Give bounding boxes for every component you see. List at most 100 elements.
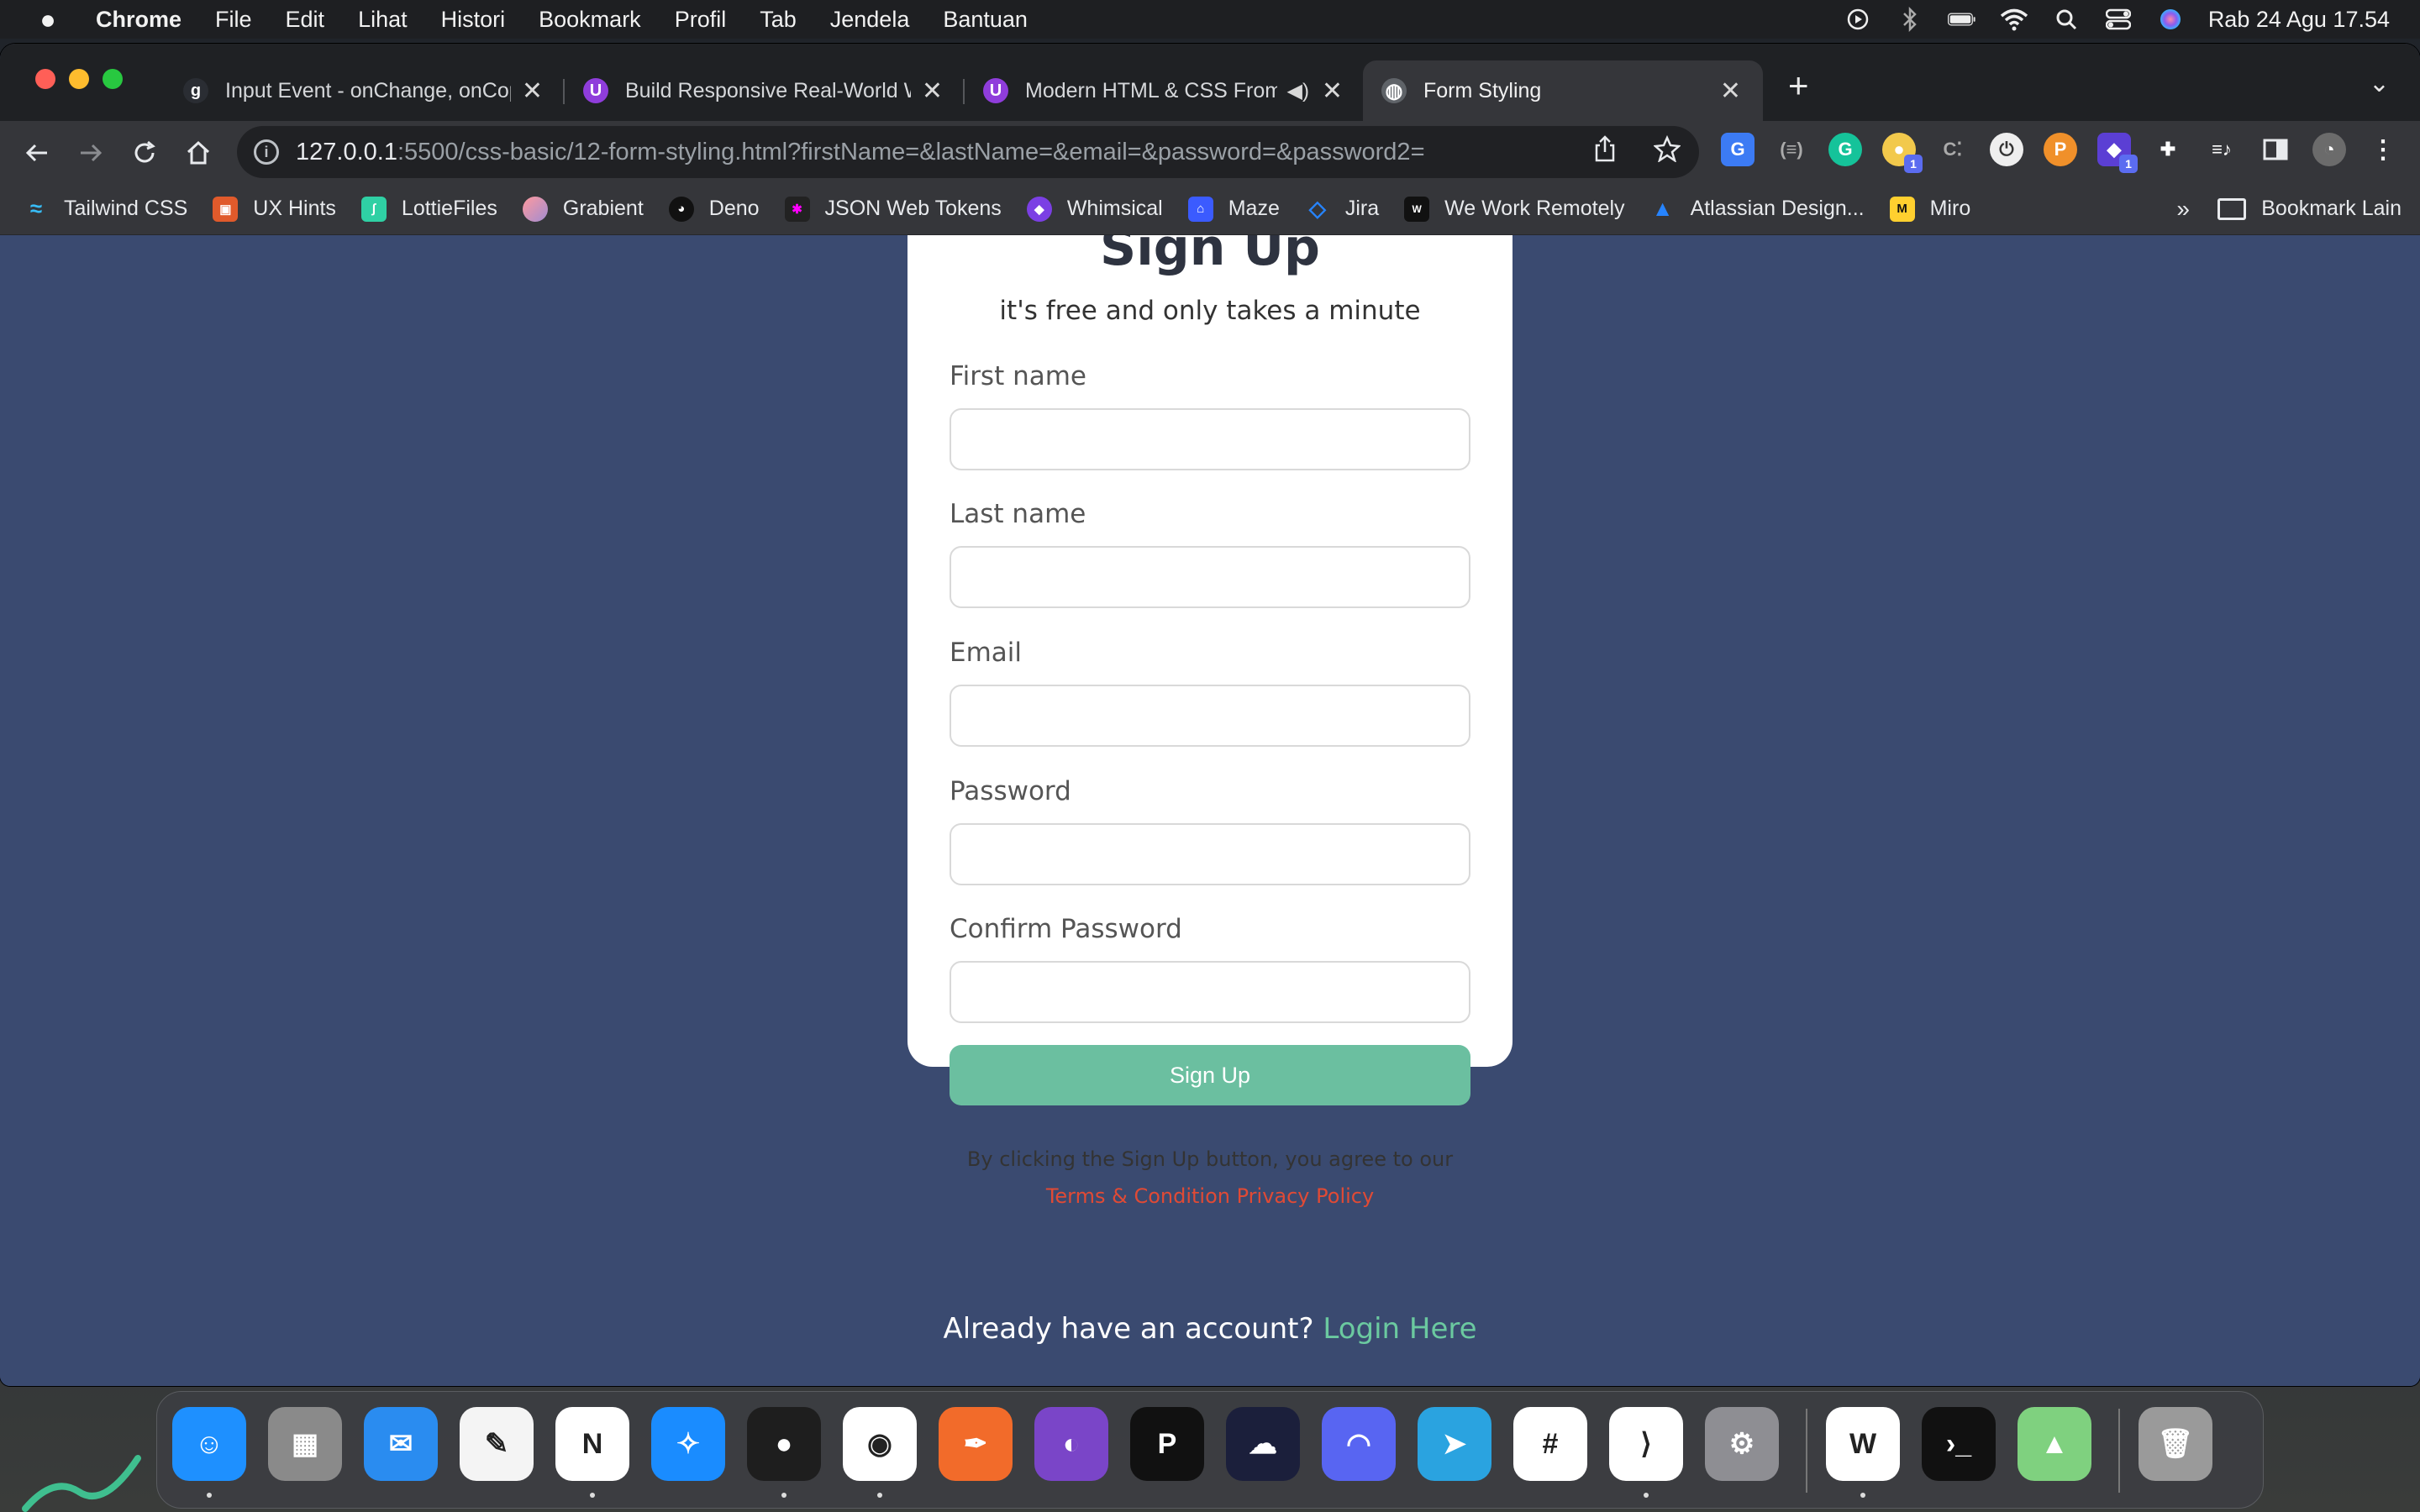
- confirm-password-input[interactable]: [950, 961, 1470, 1023]
- menu-bookmark[interactable]: Bookmark: [539, 7, 641, 33]
- home-icon[interactable]: [180, 134, 217, 171]
- battery-icon[interactable]: [1947, 7, 1976, 32]
- wps-office-icon[interactable]: W: [1826, 1407, 1900, 1481]
- bookmark-whimsical[interactable]: ◆ Whimsical: [1026, 196, 1163, 222]
- login-link[interactable]: Login Here: [1323, 1312, 1476, 1346]
- textedit-icon[interactable]: ✎: [460, 1407, 534, 1481]
- system-settings-icon[interactable]: ⚙: [1705, 1407, 1779, 1481]
- share-icon[interactable]: [1593, 135, 1617, 169]
- vscode-icon[interactable]: ⟩: [1609, 1407, 1683, 1481]
- menu-window[interactable]: Jendela: [830, 7, 910, 33]
- apple-menu-icon[interactable]: ●: [29, 4, 67, 35]
- last-name-input[interactable]: [950, 546, 1470, 608]
- menu-view[interactable]: Lihat: [358, 7, 408, 33]
- cookie-extension-icon[interactable]: ● 1: [1882, 133, 1923, 173]
- terminal-icon[interactable]: ›_: [1922, 1407, 1996, 1481]
- screen-record-icon[interactable]: [1844, 7, 1872, 32]
- menu-tab[interactable]: Tab: [760, 7, 797, 33]
- bookmark-miro[interactable]: M Miro: [1889, 196, 1970, 222]
- mail-icon[interactable]: ✉: [364, 1407, 438, 1481]
- menu-bar-clock[interactable]: Rab 24 Agu 17.54: [2208, 7, 2390, 33]
- tab-close-icon[interactable]: ✕: [1720, 76, 1741, 106]
- spotlight-search-icon[interactable]: [2052, 7, 2081, 32]
- bookmark-jira[interactable]: ◇ Jira: [1305, 196, 1380, 222]
- tab-form-styling[interactable]: ◍ Form Styling ✕: [1363, 60, 1763, 121]
- slack-icon[interactable]: #: [1513, 1407, 1587, 1481]
- terms-link[interactable]: Terms & Condition Privacy Policy: [1046, 1184, 1374, 1208]
- figma-icon[interactable]: ●: [747, 1407, 821, 1481]
- price-extension-icon[interactable]: P: [2044, 133, 2077, 166]
- running-indicator: [877, 1493, 882, 1498]
- address-bar[interactable]: i 127.0.0.1:5500/css-basic/12-form-styli…: [237, 126, 1699, 178]
- control-center-icon[interactable]: [2104, 7, 2133, 32]
- tab-build-responsive[interactable]: U Build Responsive Real-World Websites ✕: [565, 60, 965, 121]
- github-desktop-icon[interactable]: ◐: [1034, 1407, 1108, 1481]
- tab-close-icon[interactable]: ✕: [922, 76, 943, 106]
- bookmarks-overflow-chevron-icon[interactable]: »: [2176, 196, 2190, 223]
- new-tab-icon[interactable]: +: [1788, 66, 1809, 106]
- speaker-icon[interactable]: ◀): [1287, 79, 1309, 103]
- tab-close-icon[interactable]: ✕: [1322, 76, 1343, 106]
- menu-help[interactable]: Bantuan: [943, 7, 1028, 33]
- bookmark-grabient[interactable]: ● Grabient: [522, 196, 644, 222]
- site-info-icon[interactable]: i: [254, 139, 279, 165]
- pitch-icon[interactable]: P: [1130, 1407, 1204, 1481]
- back-arrow-icon[interactable]: [18, 134, 55, 171]
- password-input[interactable]: [950, 823, 1470, 885]
- bookmark-label: Deno: [708, 197, 760, 220]
- bookmark-maze[interactable]: ⌂ Maze: [1187, 196, 1280, 222]
- chrome-icon[interactable]: ◉: [843, 1407, 917, 1481]
- bookmark-jwt[interactable]: ✱ JSON Web Tokens: [784, 196, 1002, 222]
- telegram-icon[interactable]: ➤: [1418, 1407, 1491, 1481]
- bookmark-folder-other[interactable]: Bookmark Lain: [2217, 197, 2402, 221]
- menu-app-name[interactable]: Chrome: [96, 7, 182, 33]
- cloud-terminal-icon[interactable]: ☁: [1226, 1407, 1300, 1481]
- bookmark-tailwind[interactable]: ≈ Tailwind CSS: [24, 196, 187, 222]
- tab-modern-html-css[interactable]: U Modern HTML & CSS From ◀) ✕: [965, 60, 1365, 121]
- menu-history[interactable]: Histori: [441, 7, 506, 33]
- wappalyzer-icon[interactable]: (≡): [1775, 133, 1808, 166]
- media-control-icon[interactable]: ≡♪: [2205, 133, 2238, 166]
- sign-up-button[interactable]: Sign Up: [950, 1045, 1470, 1105]
- bookmark-atlassian-design[interactable]: ▲ Atlassian Design...: [1650, 196, 1865, 222]
- maps-icon[interactable]: ▲: [2018, 1407, 2091, 1481]
- safari-icon[interactable]: ✧: [651, 1407, 725, 1481]
- discord-icon[interactable]: ◠: [1322, 1407, 1396, 1481]
- tab-search-chevron-icon[interactable]: ⌄: [2369, 69, 2390, 98]
- stack-extension-icon[interactable]: ◆ 1: [2097, 133, 2138, 173]
- wifi-icon[interactable]: [2000, 7, 2028, 32]
- siri-icon[interactable]: [2156, 7, 2185, 32]
- menu-edit[interactable]: Edit: [286, 7, 325, 33]
- bluetooth-icon[interactable]: [1896, 7, 1924, 32]
- menu-file[interactable]: File: [215, 7, 252, 33]
- window-zoom-button[interactable]: [103, 69, 123, 89]
- notion-icon[interactable]: N: [555, 1407, 629, 1481]
- email-input[interactable]: [950, 685, 1470, 747]
- window-close-button[interactable]: [35, 69, 55, 89]
- side-panel-icon[interactable]: [2259, 133, 2292, 166]
- bookmark-deno[interactable]: ◕ Deno: [668, 196, 760, 222]
- bookmark-label: Jira: [1344, 197, 1380, 220]
- profile-avatar[interactable]: ◔: [2312, 133, 2346, 166]
- pen-app-icon[interactable]: ✒: [939, 1407, 1013, 1481]
- forward-arrow-icon[interactable]: [72, 134, 109, 171]
- bookmark-we-work-remotely[interactable]: W We Work Remotely: [1404, 196, 1625, 222]
- bookmark-lottiefiles[interactable]: ∫ LottieFiles: [360, 196, 497, 222]
- launchpad-icon[interactable]: ▦: [268, 1407, 342, 1481]
- chrome-menu-icon[interactable]: ⋮: [2366, 133, 2400, 166]
- bookmark-star-icon[interactable]: [1653, 134, 1681, 169]
- menu-profile[interactable]: Profil: [675, 7, 727, 33]
- css-peeper-icon[interactable]: C⁚: [1936, 133, 1970, 166]
- tab-close-icon[interactable]: ✕: [522, 76, 543, 106]
- first-name-input[interactable]: [950, 408, 1470, 470]
- grammarly-icon[interactable]: G: [1828, 133, 1862, 166]
- tab-input-event[interactable]: g Input Event - onChange, onCopy ✕: [165, 60, 565, 121]
- finder-icon[interactable]: ☺: [172, 1407, 246, 1481]
- extensions-puzzle-icon[interactable]: ✚: [2151, 133, 2185, 166]
- google-translate-icon[interactable]: G: [1721, 133, 1754, 166]
- bookmark-ux-hints[interactable]: ▣ UX Hints: [213, 196, 336, 222]
- trash-icon[interactable]: 🗑: [2139, 1407, 2212, 1481]
- power-extension-icon[interactable]: ⏻: [1990, 133, 2023, 166]
- window-minimize-button[interactable]: [69, 69, 89, 89]
- reload-icon[interactable]: [126, 134, 163, 171]
